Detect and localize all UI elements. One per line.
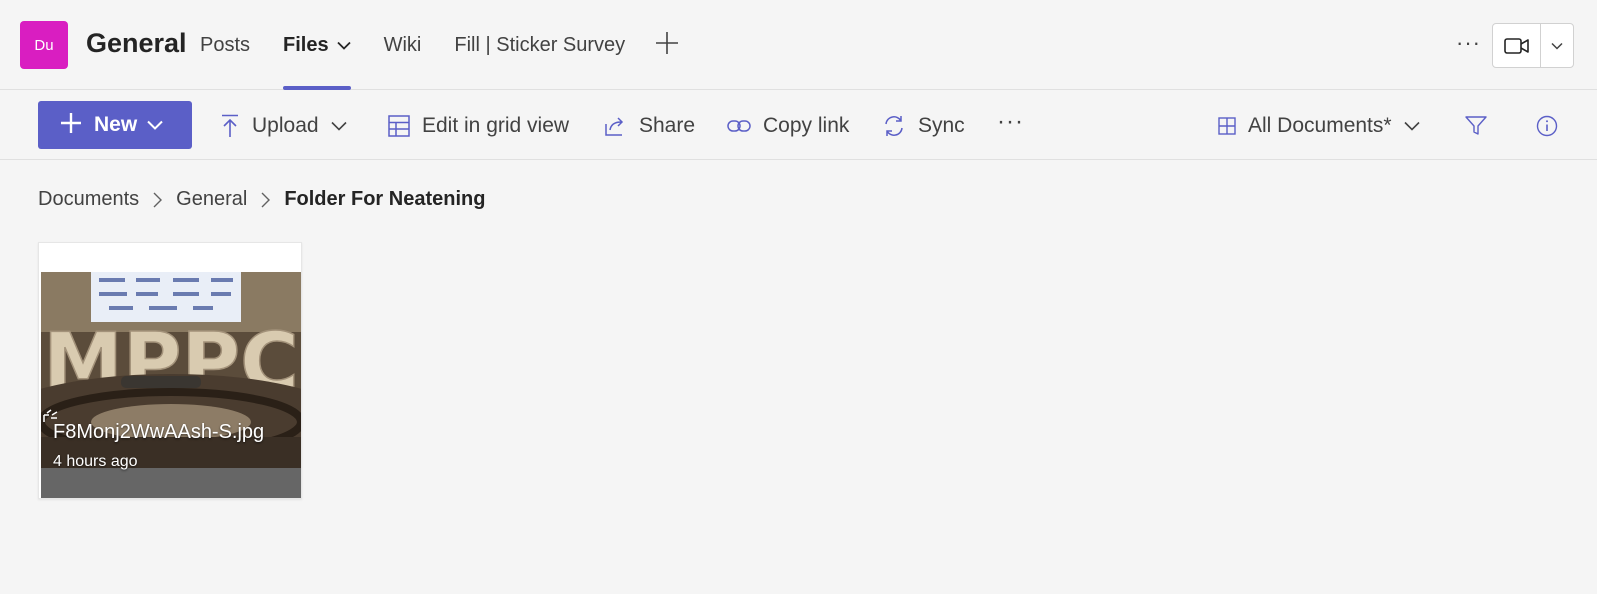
- edit-grid-view-label: Edit in grid view: [422, 113, 570, 137]
- chevron-right-icon: [261, 192, 271, 208]
- file-modified-time: 4 hours ago: [53, 453, 138, 470]
- team-avatar[interactable]: Du: [20, 21, 68, 69]
- copy-link-button[interactable]: Copy link: [727, 91, 849, 160]
- chevron-right-icon: [153, 192, 163, 208]
- file-name[interactable]: F8Monj2WwAAsh-S.jpg: [53, 421, 264, 444]
- chevron-down-icon: [336, 41, 351, 50]
- meet-button-group: [1492, 23, 1574, 68]
- view-grid-icon: [1218, 116, 1236, 135]
- tab-sticker-survey[interactable]: Fill | Sticker Survey: [454, 0, 625, 90]
- share-icon: [605, 116, 624, 136]
- channel-title: General: [86, 28, 187, 58]
- chevron-down-icon: [1551, 42, 1563, 50]
- breadcrumb-general[interactable]: General: [176, 188, 247, 211]
- breadcrumb: Documents General Folder For Neatening: [38, 188, 485, 211]
- share-button[interactable]: Share: [605, 91, 695, 160]
- video-camera-icon: [1503, 37, 1529, 54]
- sync-label: Sync: [918, 113, 965, 137]
- chevron-down-icon: [1403, 121, 1432, 131]
- filter-icon: [1465, 115, 1487, 135]
- sync-button[interactable]: Sync: [882, 91, 965, 160]
- upload-label: Upload: [252, 113, 319, 137]
- view-selector-label: All Documents*: [1248, 113, 1392, 137]
- link-icon: [727, 119, 751, 132]
- breadcrumb-documents[interactable]: Documents: [38, 188, 139, 211]
- meet-now-button[interactable]: [1493, 24, 1541, 67]
- tab-posts-label: Posts: [200, 33, 251, 56]
- copy-link-label: Copy link: [763, 113, 850, 137]
- tab-posts[interactable]: Posts: [200, 0, 250, 90]
- breadcrumb-current-folder: Folder For Neatening: [284, 188, 486, 210]
- chevron-down-icon: [147, 120, 163, 130]
- tab-files[interactable]: Files: [283, 0, 351, 90]
- info-icon: [1536, 115, 1558, 136]
- plus-icon: [60, 110, 82, 140]
- channel-tabs: Posts Files Wiki Fill | Sticker Survey: [200, 0, 680, 90]
- tab-wiki-label: Wiki: [383, 33, 422, 56]
- thumbnail-caption-band: [41, 468, 301, 498]
- tab-sticker-survey-label: Fill | Sticker Survey: [454, 33, 626, 56]
- channel-header: Du General Posts Files Wiki Fill | Stick…: [0, 0, 1597, 90]
- edit-grid-view-button[interactable]: Edit in grid view: [388, 91, 569, 160]
- plus-icon: [656, 31, 679, 54]
- grid-icon: [388, 114, 410, 137]
- file-tile[interactable]: MPPC F8Monj2WwAAsh-S.jpg 4 hours ago: [38, 242, 302, 499]
- sync-icon: [885, 115, 903, 136]
- new-button-label: New: [94, 113, 138, 136]
- command-bar: New Upload Edit in grid view Share Copy …: [0, 91, 1597, 160]
- view-selector[interactable]: All Documents*: [1218, 91, 1432, 160]
- toolbar-more-button[interactable]: ···: [997, 108, 1024, 136]
- filter-button[interactable]: [1465, 91, 1499, 160]
- tab-wiki[interactable]: Wiki: [384, 0, 422, 90]
- add-tab-button[interactable]: [654, 27, 680, 64]
- upload-button[interactable]: Upload: [220, 91, 359, 160]
- more-options-button[interactable]: ···: [1456, 30, 1481, 56]
- meet-options-dropdown[interactable]: [1541, 24, 1573, 67]
- chevron-down-icon: [330, 121, 359, 131]
- info-button[interactable]: [1536, 91, 1570, 160]
- new-button[interactable]: New: [38, 101, 192, 149]
- upload-icon: [222, 114, 238, 137]
- tab-files-label: Files: [283, 33, 329, 56]
- share-label: Share: [639, 113, 696, 137]
